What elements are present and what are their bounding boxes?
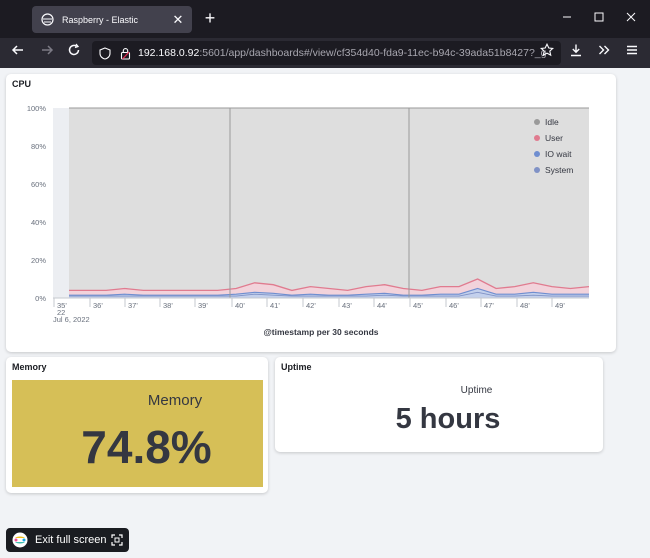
y-tick-label: 80% (31, 142, 46, 151)
x-tick-label: 43' (342, 301, 352, 310)
maximize-icon[interactable] (590, 9, 608, 27)
fullscreen-exit-icon (111, 534, 123, 546)
x-tick-label: 47' (484, 301, 494, 310)
legend-swatch-idle (534, 119, 540, 125)
url-bar[interactable]: 192.168.0.92:5601/app/dashboards#/view/c… (92, 41, 561, 65)
y-tick-label: 0% (35, 294, 46, 303)
exit-fullscreen-button[interactable]: Exit full screen (6, 528, 129, 552)
elastic-logo-icon (12, 532, 28, 548)
dashboard: CPU 0% 20% 40% 60% 80% 100% 35' 36' 37' 38' 39' 40'… (0, 68, 650, 558)
new-tab-button[interactable]: + (200, 8, 220, 28)
memory-metric: Memory 74.8% (12, 380, 263, 487)
browser-titlebar: Raspberry - Elastic ✕ + (0, 0, 650, 38)
lock-icon[interactable] (118, 46, 132, 60)
back-icon[interactable] (8, 43, 28, 63)
x-tick-label: 37' (128, 301, 138, 310)
x-tick-label: 48' (520, 301, 530, 310)
y-tick-label: 40% (31, 218, 46, 227)
tab-title: Raspberry - Elastic (62, 14, 139, 25)
legend-label-user: User (545, 133, 563, 143)
memory-metric-value: 74.8% (81, 421, 212, 473)
x-tick-label: 46' (449, 301, 459, 310)
exit-fullscreen-label: Exit full screen (35, 534, 107, 546)
plot-leading-area (53, 108, 69, 298)
x-tick-label: 39' (198, 301, 208, 310)
shield-icon[interactable] (98, 46, 112, 60)
x-tick-label: 38' (163, 301, 173, 310)
bookmark-icon[interactable] (537, 42, 557, 63)
y-tick-label: 20% (31, 256, 46, 265)
uptime-metric-value: 5 hours (395, 403, 501, 435)
x-axis-title: @timestamp per 30 seconds (263, 327, 378, 337)
browser-navbar: 192.168.0.92:5601/app/dashboards#/view/c… (0, 38, 650, 68)
legend-swatch-user (534, 135, 540, 141)
x-tick-label: 36' (93, 301, 103, 310)
uptime-metric-label: Uptime (460, 385, 493, 396)
legend-label-system: System (545, 165, 573, 175)
x-tick-label: 42' (306, 301, 316, 310)
browser-tab[interactable]: Raspberry - Elastic ✕ (32, 6, 192, 33)
uptime-panel-title: Uptime (281, 362, 312, 372)
close-window-icon[interactable] (622, 9, 640, 27)
cpu-chart[interactable]: 0%20%40%60%80%100%35' 36' 37' 38' 39' 40' 41' 4… (6, 74, 616, 352)
y-tick-label: 100% (27, 104, 47, 113)
memory-panel-title: Memory (12, 362, 47, 372)
tab-close-icon[interactable]: ✕ (172, 13, 184, 26)
x-tick-label: 49' (555, 301, 565, 310)
x-tick-label: 44' (377, 301, 387, 310)
legend-swatch-io-wait (534, 151, 540, 157)
x-date-label: Jul 6, 2022 (53, 315, 90, 324)
legend-label-io-wait: IO wait (545, 149, 572, 159)
x-tick-label: 40' (235, 301, 245, 310)
reload-icon[interactable] (64, 43, 84, 63)
url-text: 192.168.0.92:5601/app/dashboards#/view/c… (138, 47, 547, 59)
y-tick-label: 60% (31, 180, 46, 189)
forward-icon[interactable] (37, 43, 57, 63)
x-tick-label: 45' (413, 301, 423, 310)
x-tick-label: 41' (270, 301, 280, 310)
download-icon[interactable] (566, 43, 586, 63)
memory-metric-label: Memory (147, 392, 203, 409)
series-idle-area (69, 108, 589, 291)
uptime-panel: Uptime Uptime 5 hours (275, 357, 603, 452)
cpu-panel: CPU 0% 20% 40% 60% 80% 100% 35' 36' 37' 38' 39' 40'… (6, 74, 616, 352)
overflow-icon[interactable] (594, 43, 614, 63)
legend-swatch-system (534, 167, 540, 173)
memory-panel: Memory Memory 74.8% (6, 357, 268, 493)
elastic-favicon-icon (40, 13, 54, 27)
minimize-icon[interactable] (558, 9, 576, 27)
legend-label-idle: Idle (545, 117, 559, 127)
menu-icon[interactable] (622, 43, 642, 63)
